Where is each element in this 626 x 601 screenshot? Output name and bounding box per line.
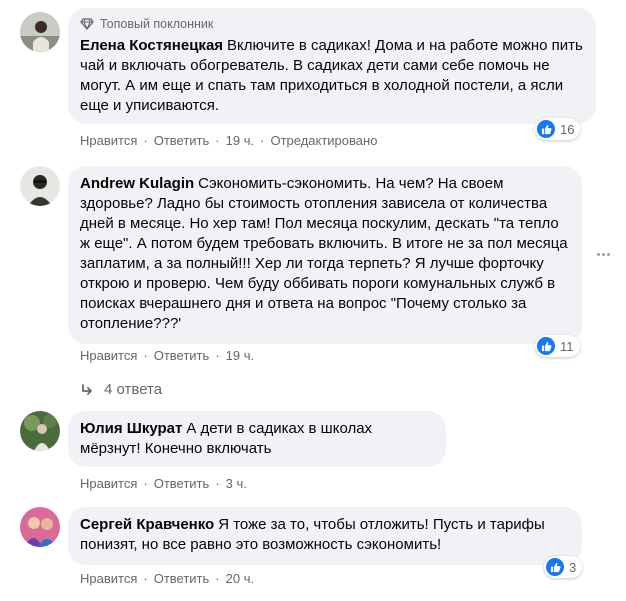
comment-text-block: Елена Костянецкая Включите в садиках! Дом… — [80, 36, 584, 116]
timestamp[interactable]: 20 ч. — [226, 571, 254, 587]
author-name[interactable]: Andrew Kulagin — [80, 175, 194, 192]
reply-button[interactable]: Ответить — [154, 476, 210, 492]
like-icon — [546, 558, 564, 576]
comment-actions: Нравится · Ответить · 19 ч. — [80, 348, 254, 364]
separator: · — [143, 348, 148, 363]
like-button[interactable]: Нравится — [80, 571, 137, 587]
separator: · — [143, 133, 148, 148]
reaction-count[interactable]: 3 — [544, 556, 583, 578]
timestamp[interactable]: 19 ч. — [226, 133, 254, 149]
reaction-number: 3 — [569, 559, 577, 575]
reply-button[interactable]: Ответить — [154, 133, 210, 149]
reaction-number: 16 — [560, 121, 575, 137]
comment-actions: Нравится · Ответить · 3 ч. — [80, 476, 247, 492]
separator: · — [215, 571, 220, 586]
timestamp[interactable]: 3 ч. — [226, 476, 247, 492]
comment-bubble: Andrew Kulagin Сэкономить-сэкономить. На … — [68, 166, 582, 344]
avatar[interactable] — [20, 12, 60, 52]
author-name[interactable]: Елена Костянецкая — [80, 37, 223, 54]
separator: · — [260, 133, 265, 148]
separator: · — [143, 476, 148, 491]
replies-count: 4 ответа — [104, 381, 163, 398]
separator: · — [215, 133, 220, 148]
comment-actions: Нравится · Ответить · 20 ч. — [80, 571, 254, 587]
badge-label: Топовый поклонник — [100, 17, 214, 31]
view-replies-button[interactable]: 4 ответа — [80, 381, 162, 398]
diamond-icon — [80, 18, 94, 30]
timestamp[interactable]: 19 ч. — [226, 348, 254, 364]
separator: · — [215, 348, 220, 363]
separator: · — [215, 476, 220, 491]
like-icon — [537, 120, 555, 138]
separator: · — [143, 571, 148, 586]
more-options-icon[interactable] — [596, 246, 612, 262]
avatar[interactable] — [20, 166, 60, 206]
avatar[interactable] — [20, 411, 60, 451]
comment-actions: Нравится · Ответить · 19 ч. · Отредактир… — [80, 133, 377, 149]
like-button[interactable]: Нравится — [80, 476, 137, 492]
reaction-number: 11 — [560, 338, 574, 354]
comment-bubble: Сергей Кравченко Я тоже за то, чтобы отло… — [68, 507, 582, 565]
edited-label: Отредактировано — [270, 133, 378, 148]
comment-bubble: Топовый поклонник Елена Костянецкая Включ… — [68, 8, 596, 124]
reaction-count[interactable]: 11 — [535, 335, 580, 357]
reaction-count[interactable]: 16 — [535, 118, 581, 140]
reply-button[interactable]: Ответить — [154, 571, 210, 587]
like-icon — [537, 337, 555, 355]
comment-text: Сэкономить-сэкономить. На чем? На своем … — [80, 175, 568, 332]
avatar[interactable] — [20, 507, 60, 547]
author-name[interactable]: Сергей Кравченко — [80, 516, 214, 533]
author-name[interactable]: Юлия Шкурат — [80, 420, 182, 437]
like-button[interactable]: Нравится — [80, 133, 137, 149]
like-button[interactable]: Нравится — [80, 348, 137, 364]
reply-button[interactable]: Ответить — [154, 348, 210, 364]
top-fan-badge: Топовый поклонник — [80, 16, 584, 32]
comment-bubble: Юлия Шкурат А дети в садиках в школах мёр… — [68, 411, 446, 467]
reply-arrow-icon — [82, 383, 92, 395]
